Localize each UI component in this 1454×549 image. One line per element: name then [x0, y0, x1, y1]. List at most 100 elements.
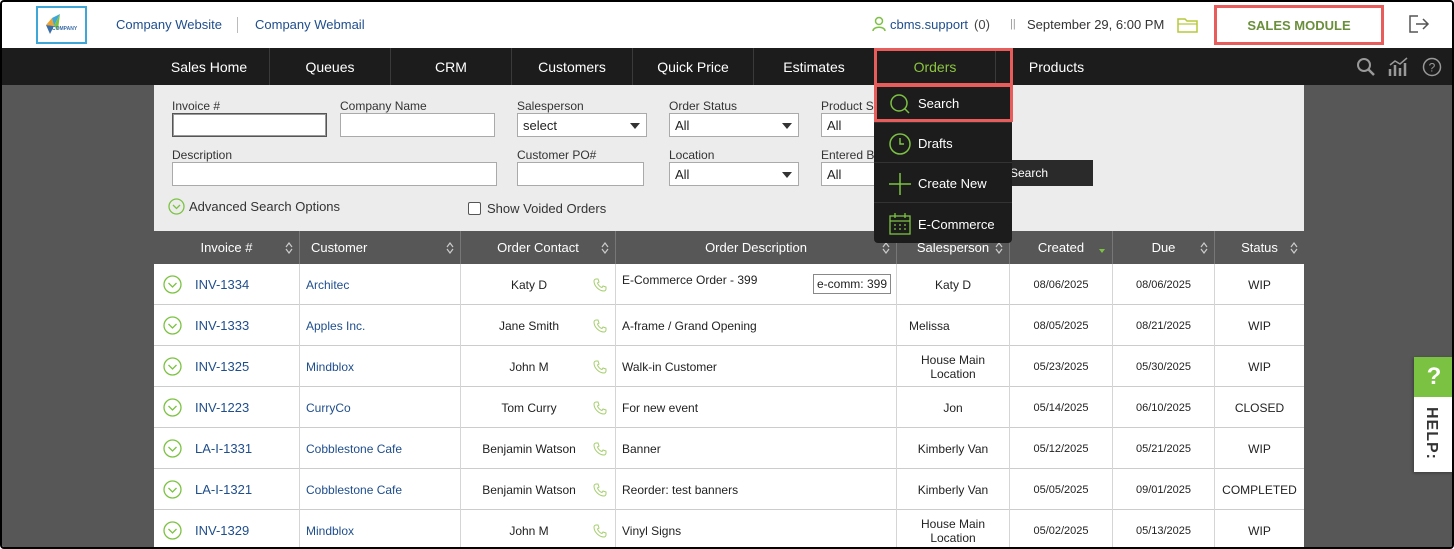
order-description: A-frame / Grand Opening [622, 318, 757, 333]
customer-link[interactable]: CurryCo [306, 401, 351, 415]
expand-row-icon[interactable] [163, 357, 182, 376]
table-header: Invoice # Customer Order Contact Order D… [154, 231, 1304, 264]
col-status[interactable]: Status [1215, 231, 1304, 264]
expand-row-icon[interactable] [163, 398, 182, 417]
customer-cell: Cobblestone Cafe [300, 469, 461, 510]
user-menu[interactable]: cbms.support (0) [871, 16, 990, 32]
contact-name: John M [509, 359, 549, 374]
phone-icon[interactable] [593, 524, 607, 538]
orders-menu-drafts[interactable]: Drafts [874, 125, 1012, 163]
company-webmail-link[interactable]: Company Webmail [255, 17, 365, 32]
created-date: 08/06/2025 [1033, 278, 1089, 291]
orders-menu-create-new[interactable]: Create New [874, 165, 1012, 203]
description-cell: A-frame / Grand Opening [616, 305, 897, 346]
customer-po-input[interactable] [517, 162, 644, 186]
show-voided-checkbox[interactable] [468, 202, 481, 215]
nav-products[interactable]: Products [996, 48, 1117, 85]
company-logo[interactable]: COMPANY [36, 6, 87, 44]
col-invoice[interactable]: Invoice # [154, 231, 300, 264]
sales-module-button[interactable]: SALES MODULE [1214, 5, 1384, 45]
nav-estimates[interactable]: Estimates [754, 48, 875, 85]
contact-cell: John M [461, 510, 616, 547]
clock-icon [888, 132, 912, 156]
col-order-description[interactable]: Order Description [616, 231, 897, 264]
folder-icon[interactable] [1177, 16, 1199, 37]
help-tab[interactable]: ? HELP: [1414, 357, 1452, 472]
table-row[interactable]: INV-1334 Architec Katy D E-Commerce Order -… [154, 264, 1304, 305]
invoice-link[interactable]: INV-1334 [195, 277, 249, 292]
nav-queues[interactable]: Queues [270, 48, 391, 85]
customer-link[interactable]: Mindblox [306, 360, 354, 374]
expand-row-icon[interactable] [163, 521, 182, 540]
invoice-link[interactable]: INV-1325 [195, 359, 249, 374]
col-created[interactable]: Created [1010, 231, 1113, 264]
invoice-link[interactable]: LA-I-1331 [195, 441, 252, 456]
description-cell: For new event [616, 387, 897, 428]
product-select[interactable]: All [821, 113, 881, 137]
table-row[interactable]: INV-1329 Mindblox John M Vinyl Signs House M… [154, 510, 1304, 547]
status-badge: COMPLETED [1222, 482, 1297, 497]
search-icon [888, 92, 912, 116]
description-input[interactable] [172, 162, 497, 186]
invoice-link[interactable]: LA-I-1321 [195, 482, 252, 497]
phone-icon[interactable] [593, 278, 607, 292]
advanced-search-toggle[interactable]: Advanced Search Options [168, 198, 340, 215]
col-customer[interactable]: Customer [300, 231, 461, 264]
phone-icon[interactable] [593, 319, 607, 333]
expand-row-icon[interactable] [163, 480, 182, 499]
orders-menu-search[interactable]: Search [874, 85, 1012, 123]
status-badge: WIP [1248, 359, 1271, 374]
logout-icon[interactable] [1408, 14, 1430, 37]
entered-by-select[interactable]: All [821, 162, 881, 186]
location-select[interactable]: All [669, 162, 799, 186]
nav-sales-home[interactable]: Sales Home [149, 48, 270, 85]
help-icon[interactable]: ? [1422, 57, 1442, 80]
invoice-link[interactable]: INV-1223 [195, 400, 249, 415]
company-name-input[interactable] [340, 113, 495, 137]
customer-link[interactable]: Cobblestone Cafe [306, 483, 402, 497]
search-button[interactable]: Search [1002, 160, 1093, 186]
customer-link[interactable]: Architec [306, 278, 349, 292]
nav-quick-price[interactable]: Quick Price [633, 48, 754, 85]
customer-link[interactable]: Mindblox [306, 524, 354, 538]
phone-icon[interactable] [593, 360, 607, 374]
invoice-link[interactable]: INV-1333 [195, 318, 249, 333]
orders-dropdown: Search Drafts Create New E-Commerce [874, 85, 1012, 243]
search-icon[interactable] [1356, 57, 1376, 80]
invoice-input[interactable] [172, 113, 327, 137]
phone-icon[interactable] [593, 483, 607, 497]
company-website-link[interactable]: Company Website [116, 17, 222, 32]
table-row[interactable]: INV-1223 CurryCo Tom Curry For new event Jon… [154, 387, 1304, 428]
salesperson-select[interactable]: select [517, 113, 647, 137]
order-description: Vinyl Signs [622, 523, 682, 538]
table-row[interactable]: INV-1325 Mindblox John M Walk-in Customer Ho… [154, 346, 1304, 387]
orders-menu-ecommerce[interactable]: E-Commerce [874, 205, 1012, 243]
customer-link[interactable]: Cobblestone Cafe [306, 442, 402, 456]
invoice-link[interactable]: INV-1329 [195, 523, 249, 538]
created-date: 05/23/2025 [1033, 360, 1089, 373]
customer-link[interactable]: Apples Inc. [306, 319, 365, 333]
advanced-search-label: Advanced Search Options [189, 199, 341, 214]
contact-name: Tom Curry [501, 400, 557, 415]
expand-row-icon[interactable] [163, 275, 182, 294]
table-row[interactable]: LA-I-1321 Cobblestone Cafe Benjamin Watson… [154, 469, 1304, 510]
nav-crm[interactable]: CRM [391, 48, 512, 85]
col-due[interactable]: Due [1113, 231, 1215, 264]
entered-by-label: Entered By [821, 148, 881, 162]
show-voided-toggle[interactable]: Show Voided Orders [468, 201, 606, 216]
phone-icon[interactable] [593, 401, 607, 415]
created-cell: 05/12/2025 [1010, 428, 1113, 469]
main-nav: Sales Home Queues CRM Customers Quick Pr… [2, 48, 1452, 85]
orders-menu-create-new-label: Create New [918, 176, 987, 191]
nav-orders[interactable]: Orders [875, 48, 996, 85]
expand-row-icon[interactable] [163, 439, 182, 458]
col-order-contact[interactable]: Order Contact [461, 231, 616, 264]
phone-icon[interactable] [593, 442, 607, 456]
order-status-select[interactable]: All [669, 113, 799, 137]
sort-icon [285, 242, 293, 254]
expand-row-icon[interactable] [163, 316, 182, 335]
analytics-icon[interactable] [1388, 57, 1410, 80]
table-row[interactable]: INV-1333 Apples Inc. Jane Smith A-frame / G… [154, 305, 1304, 346]
table-row[interactable]: LA-I-1331 Cobblestone Cafe Benjamin Watson… [154, 428, 1304, 469]
nav-customers[interactable]: Customers [512, 48, 633, 85]
